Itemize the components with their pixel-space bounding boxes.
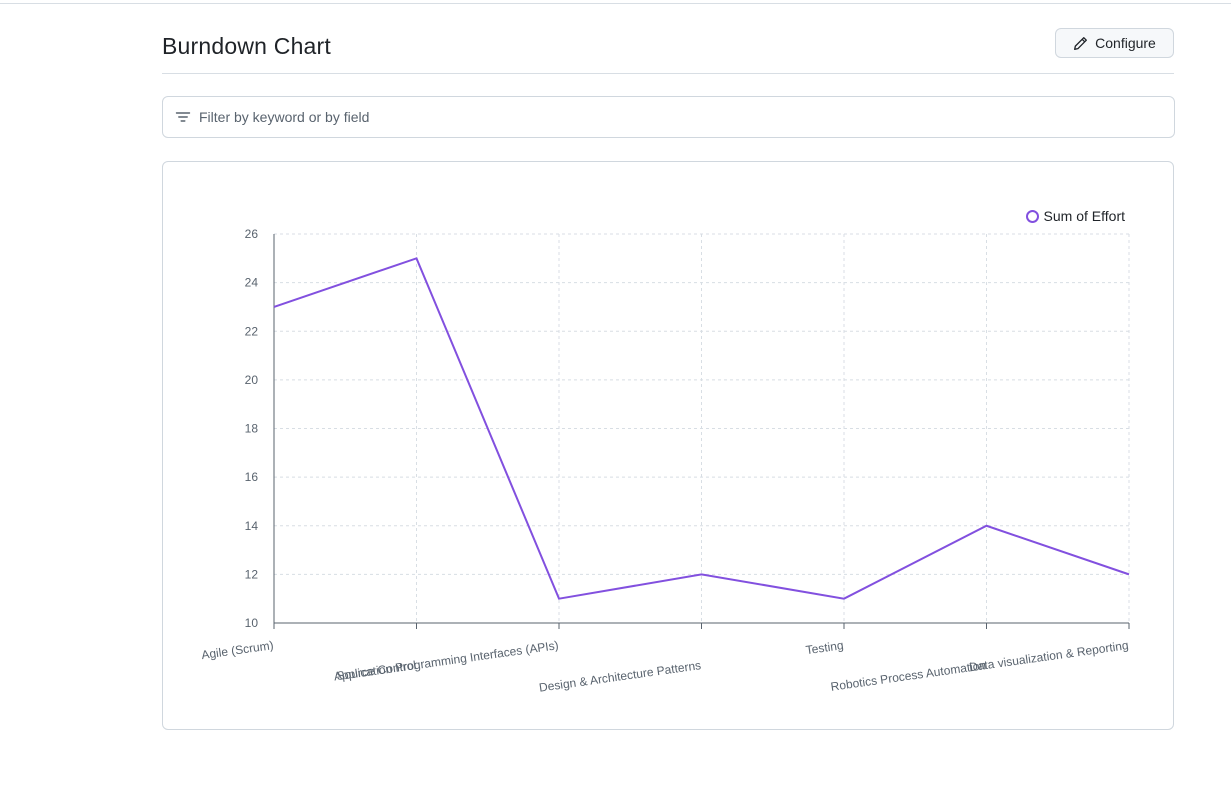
x-category-label: Design & Architecture Patterns [538,658,702,695]
y-tick-label: 10 [245,616,259,630]
y-tick-label: 14 [245,519,259,533]
y-tick-label: 24 [245,276,259,290]
pencil-icon [1073,36,1088,51]
page-header: Burndown Chart Configure [162,26,1174,74]
x-category-label: Testing [805,638,845,657]
y-tick-label: 12 [245,567,259,581]
page-title: Burndown Chart [162,33,331,59]
configure-button[interactable]: Configure [1055,28,1174,58]
y-tick-label: 22 [245,324,259,338]
x-category-label: Data visualization & Reporting [968,638,1129,674]
y-tick-label: 16 [245,470,259,484]
x-category-label: Agile (Scrum) [200,638,274,662]
filter-input[interactable] [199,98,1174,136]
x-category-label: Application Programming Interfaces (APIs… [333,638,560,683]
top-divider [0,3,1231,4]
y-tick-label: 26 [245,227,259,241]
y-tick-label: 18 [245,422,259,436]
filter-bar[interactable] [162,96,1175,138]
x-category-label: Robotics Process Automation [830,658,987,694]
filter-icon [175,112,191,122]
chart-card: Sum of Effort 10 12 14 16 18 20 22 24 26 Agile (S… [162,161,1174,730]
configure-button-label: Configure [1095,35,1156,51]
y-tick-label: 20 [245,373,259,387]
line-chart: 101214161820222426Agile (Scrum)Source Co… [200,227,1130,695]
